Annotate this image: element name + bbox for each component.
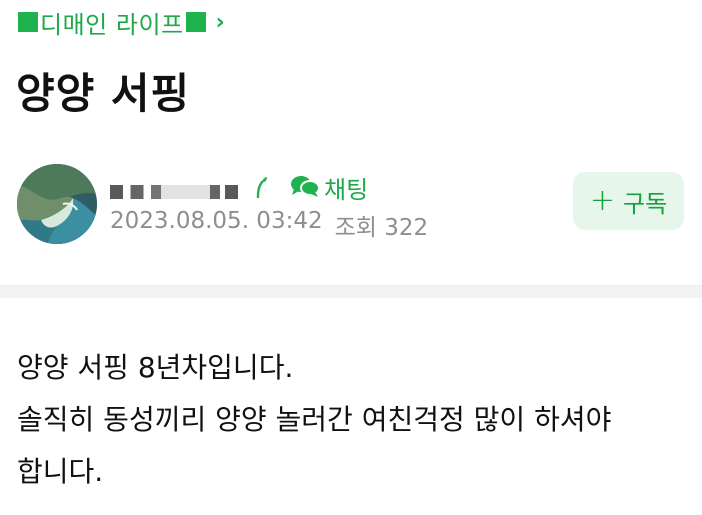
post-meta: 2023.08.05. 03:42 조회 322 [110,208,428,242]
author-avatar[interactable] [17,164,97,244]
plus-icon: + [589,183,615,218]
post-page: 디매인 라이프 › 양양 서핑 채팅 2023.08.05. 03:42 조회 … [0,0,702,515]
post-title: 양양 서핑 [16,69,191,118]
body-line: 솔직히 동성끼리 양양 놀러간 여친걱정 많이 하셔야 [17,403,612,436]
post-body: 양양 서핑 8년차입니다. 솔직히 동성끼리 양양 놀러간 여친걱정 많이 하셔… [17,342,687,498]
chat-label: 채팅 [324,175,369,204]
sprout-icon [256,177,267,198]
category-link[interactable]: 디매인 라이프 › [18,6,225,39]
author-nickname-redacted[interactable] [110,185,238,199]
chat-button[interactable]: 채팅 [290,170,368,205]
chevron-right-icon: › [215,9,225,35]
category-square-right [185,12,206,32]
section-divider [0,285,702,298]
post-date: 2023.08.05. 03:42 [110,208,323,234]
subscribe-label: 구독 [622,189,668,218]
post-views: 조회 322 [334,215,429,241]
body-line: 양양 서핑 8년차입니다. [17,351,294,384]
category-label: 디매인 라이프 [40,10,184,39]
body-line: 합니다. [17,455,104,488]
subscribe-button[interactable]: + 구독 [573,172,684,230]
chat-bubble-icon [291,176,320,197]
author-row: 채팅 [110,170,368,205]
category-square-left [18,12,38,32]
